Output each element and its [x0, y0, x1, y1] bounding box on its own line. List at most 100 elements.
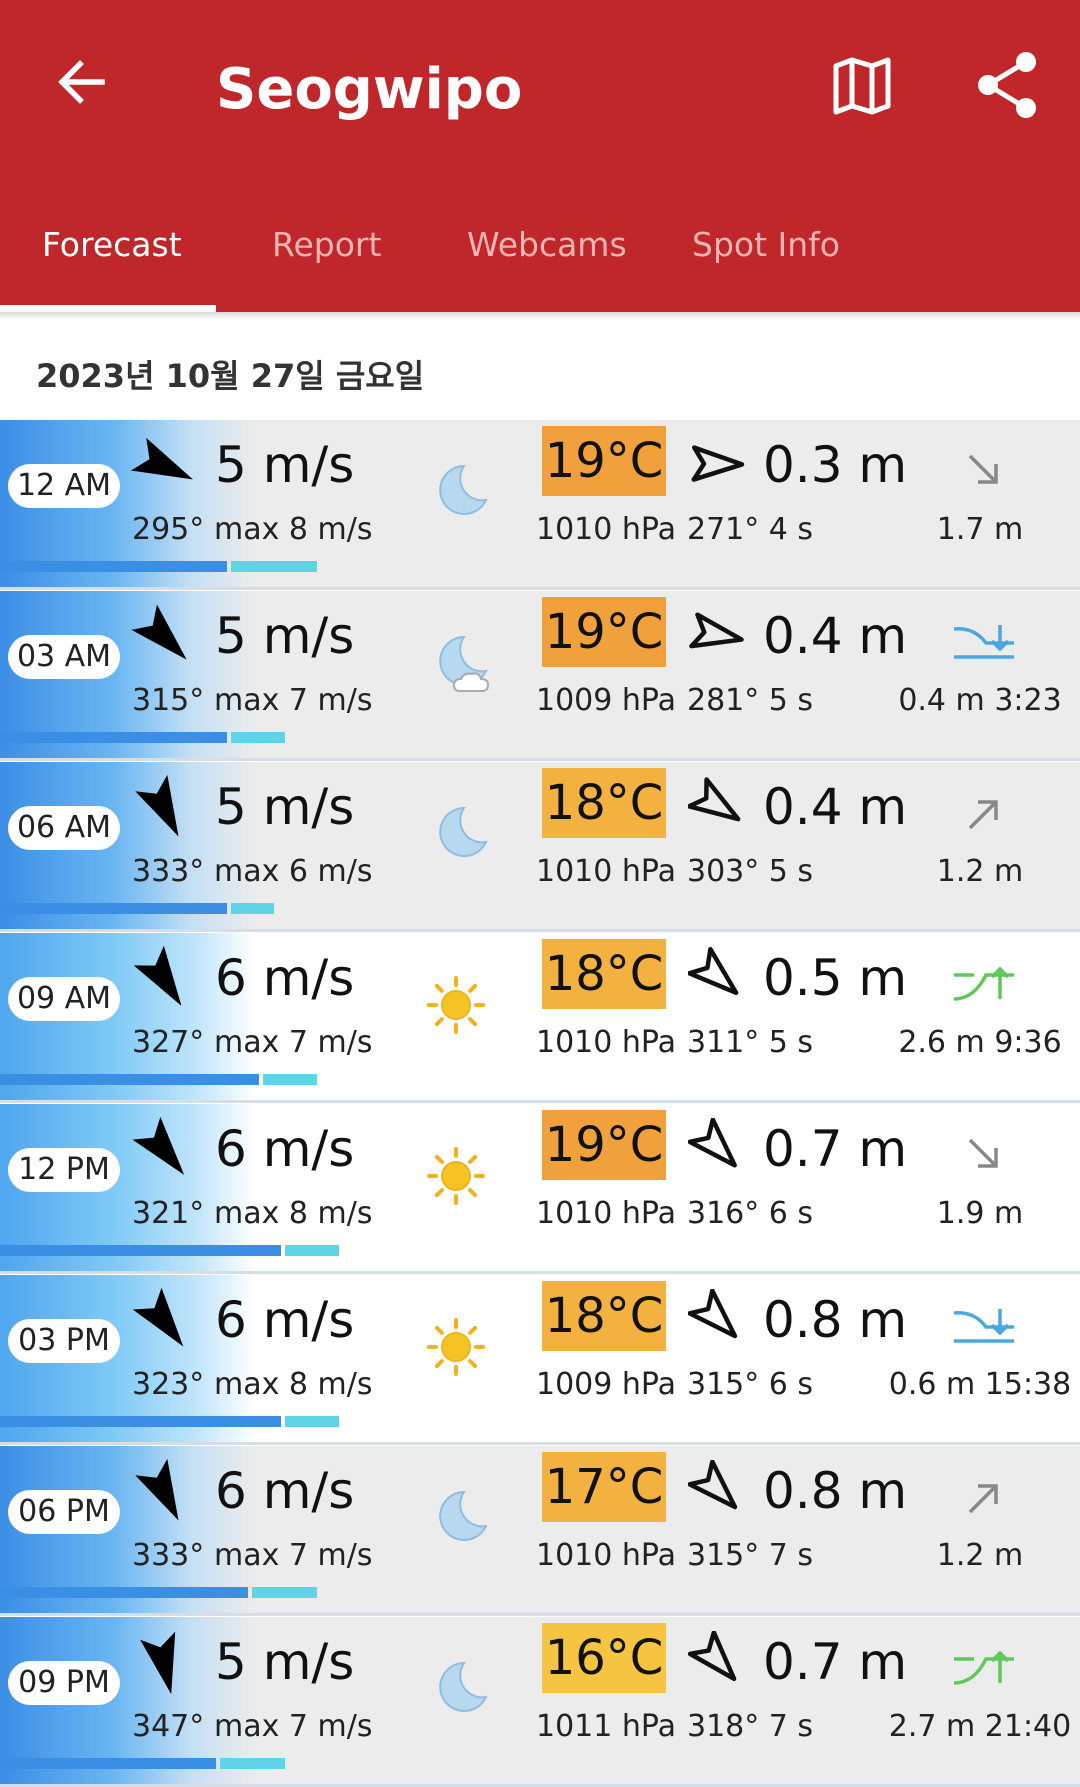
wind-arrow [128, 430, 200, 502]
wind-max: max 7 m/s [214, 1709, 373, 1744]
sun-icon [427, 976, 485, 1034]
forecast-row[interactable]: 09 PM 5 m/s 347° max 7 m/s 16°C 1011 hPa 0.7 m… [0, 1617, 1080, 1787]
wind-bar [0, 1758, 216, 1769]
row-divider [0, 1613, 1080, 1616]
forecast-row[interactable]: 06 PM 6 m/s 333° max 7 m/s 17°C 1010 hPa 0.8 m… [0, 1446, 1080, 1616]
row-divider [0, 758, 1080, 761]
wind-arrow [128, 601, 200, 673]
high-tide-icon [953, 966, 1014, 1001]
row-divider [0, 587, 1080, 590]
forecast-row[interactable]: 03 PM 6 m/s 323° max 8 m/s 18°C 1009 hPa 0.8 m… [0, 1275, 1080, 1445]
date-header: 2023년 10월 27일 금요일 [36, 357, 425, 395]
swell-arrow-icon [687, 946, 739, 995]
temperature-badge: 16°C [542, 1623, 666, 1693]
weather-icon [420, 798, 500, 868]
tab-indicator [0, 305, 216, 312]
high-tide-icon [953, 1650, 1014, 1685]
map-button[interactable] [830, 54, 894, 118]
swell-info: 316° 6 s [687, 1196, 814, 1231]
forecast-row[interactable]: 09 AM 6 m/s 327° max 7 m/s 18°C 1010 hPa 0.5 m… [0, 933, 1080, 1103]
share-button[interactable] [976, 50, 1040, 120]
arrow-down-right-icon [968, 1138, 998, 1168]
tide-text: 1.2 m [936, 854, 1024, 889]
swell-arrow-icon [687, 1459, 738, 1510]
weather-icon [420, 456, 500, 526]
wind-bar [0, 903, 227, 914]
gust-bar [230, 903, 274, 914]
tab-spot-info[interactable]: Spot Info [692, 210, 840, 280]
time-label: 12 PM [8, 1148, 120, 1192]
forecast-row[interactable]: 03 AM 5 m/s 315° max 7 m/s 19°C 1009 hPa 0.4 m… [0, 591, 1080, 761]
pressure: 1009 hPa [536, 1367, 677, 1402]
forecast-row[interactable]: 06 AM 5 m/s 333° max 6 m/s 18°C 1010 hPa 0.4 m… [0, 762, 1080, 932]
swell-height: 0.3 m [763, 436, 908, 494]
wind-max: max 7 m/s [214, 1538, 373, 1573]
tab-report[interactable]: Report [272, 210, 381, 280]
temperature-badge: 19°C [542, 1110, 666, 1180]
wind-bar [0, 1074, 260, 1085]
moon-icon [439, 1661, 488, 1712]
swell-height: 0.8 m [763, 1462, 908, 1520]
gust-bar [252, 1587, 318, 1598]
wind-bar [0, 1416, 281, 1427]
time-label: 06 AM [8, 806, 120, 850]
wind-arrow-icon [133, 945, 182, 1006]
swell-info: 315° 7 s [687, 1538, 814, 1573]
pressure: 1009 hPa [536, 683, 677, 718]
forecast-row[interactable]: 12 AM 5 m/s 295° max 8 m/s 19°C 1010 hPa 0.3 m… [0, 420, 1080, 590]
wind-speed: 5 m/s [215, 436, 355, 494]
swell-info: 318° 7 s [687, 1709, 814, 1744]
temperature-badge: 17°C [542, 1452, 666, 1522]
gust-bar [284, 1245, 339, 1256]
temperature-badge: 19°C [542, 597, 666, 667]
pressure: 1010 hPa [536, 1025, 677, 1060]
wind-speed: 5 m/s [215, 1633, 355, 1691]
swell-arrow-icon [686, 777, 741, 822]
swell-arrow-icon [691, 445, 745, 482]
forecast-row[interactable]: 12 PM 6 m/s 321° max 8 m/s 19°C 1010 hPa 0.7 m… [0, 1104, 1080, 1274]
gust-bar [230, 561, 318, 572]
tide-indicator [950, 1301, 1020, 1351]
wind-max: max 7 m/s [214, 683, 373, 718]
time-label: 09 PM [8, 1661, 120, 1705]
swell-info: 271° 4 s [687, 512, 814, 547]
wind-arrow-icon [131, 604, 187, 660]
wind-arrow-icon [132, 1116, 185, 1175]
wind-speed: 6 m/s [215, 1291, 355, 1349]
tide-indicator [950, 959, 1020, 1009]
swell-arrow-icon [689, 612, 744, 649]
weather-icon [420, 627, 500, 697]
wind-max: max 7 m/s [214, 1025, 373, 1060]
arrow-up-right-icon [968, 1484, 998, 1514]
tide-indicator [950, 617, 1020, 667]
wind-direction: 347° [132, 1709, 205, 1744]
wind-max: max 6 m/s [214, 854, 373, 889]
wind-bar [0, 1245, 281, 1256]
wind-speed: 6 m/s [215, 1120, 355, 1178]
weather-icon [420, 969, 500, 1039]
back-button[interactable] [50, 50, 114, 114]
appbar-shadow [0, 312, 1080, 320]
tab-forecast[interactable]: Forecast [42, 210, 182, 280]
pressure: 1010 hPa [536, 1538, 677, 1573]
swell-arrow [686, 776, 748, 836]
tide-indicator [950, 1130, 1020, 1180]
weather-icon [420, 1140, 500, 1210]
wind-speed: 5 m/s [215, 607, 355, 665]
pressure: 1011 hPa [536, 1709, 677, 1744]
wind-arrow [128, 1285, 200, 1357]
wind-speed: 6 m/s [215, 1462, 355, 1520]
tide-indicator [950, 1472, 1020, 1522]
moon-icon [439, 806, 488, 857]
weather-icon [420, 1653, 500, 1723]
low-tide-icon [953, 625, 1014, 659]
wind-speed: 5 m/s [215, 778, 355, 836]
swell-info: 281° 5 s [687, 683, 814, 718]
row-divider [0, 1271, 1080, 1274]
pressure: 1010 hPa [536, 854, 677, 889]
tab-webcams[interactable]: Webcams [467, 210, 627, 280]
wind-arrow [128, 1114, 200, 1186]
tide-text: 2.6 m 9:36 [898, 1025, 1062, 1060]
swell-height: 0.7 m [763, 1633, 908, 1691]
temperature-badge: 19°C [542, 426, 666, 496]
